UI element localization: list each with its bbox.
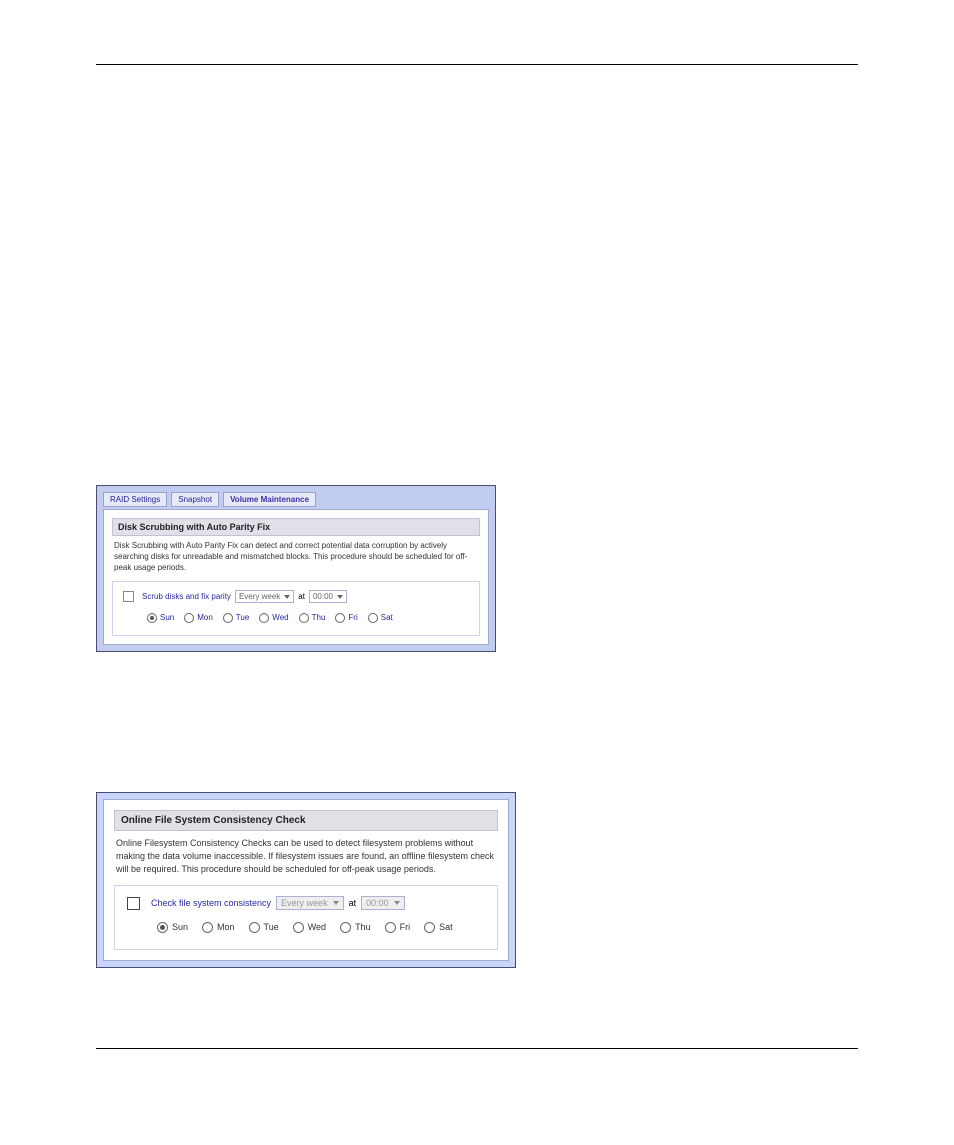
- day-radio-tue[interactable]: Tue: [249, 922, 279, 933]
- radio-icon: [157, 922, 168, 933]
- tab-volume-maintenance[interactable]: Volume Maintenance: [223, 492, 316, 507]
- frequency-value: Every week: [239, 592, 280, 601]
- day-label: Tue: [264, 922, 279, 932]
- day-label: Sat: [381, 614, 393, 623]
- panel-body: Online File System Consistency Check Onl…: [103, 799, 509, 961]
- day-radio-sun[interactable]: Sun: [147, 613, 174, 623]
- time-select[interactable]: 00:00: [309, 590, 347, 603]
- radio-icon: [299, 613, 309, 623]
- check-fs-checkbox[interactable]: [127, 897, 140, 910]
- day-radio-group: Sun Mon Tue Wed Thu Fri Sat: [157, 922, 485, 933]
- day-label: Wed: [272, 614, 288, 623]
- at-label: at: [349, 898, 357, 908]
- day-label: Wed: [308, 922, 326, 932]
- radio-icon: [340, 922, 351, 933]
- at-label: at: [298, 592, 305, 601]
- day-radio-wed[interactable]: Wed: [259, 613, 288, 623]
- section-description: Disk Scrubbing with Auto Parity Fix can …: [112, 536, 480, 581]
- day-radio-fri[interactable]: Fri: [385, 922, 411, 933]
- bottom-horizontal-rule: [96, 1048, 858, 1049]
- radio-icon: [368, 613, 378, 623]
- day-radio-wed[interactable]: Wed: [293, 922, 326, 933]
- day-radio-thu[interactable]: Thu: [340, 922, 371, 933]
- scrub-disks-checkbox[interactable]: [123, 591, 134, 602]
- day-label: Fri: [348, 614, 357, 623]
- day-label: Fri: [400, 922, 411, 932]
- check-fs-label: Check file system consistency: [151, 898, 271, 908]
- day-radio-sat[interactable]: Sat: [368, 613, 393, 623]
- day-label: Tue: [236, 614, 250, 623]
- day-label: Mon: [217, 922, 235, 932]
- schedule-form: Check file system consistency Every week…: [114, 885, 498, 950]
- frequency-value: Every week: [281, 898, 328, 908]
- radio-icon: [424, 922, 435, 933]
- day-radio-mon[interactable]: Mon: [184, 613, 213, 623]
- frequency-select[interactable]: Every week: [276, 896, 344, 910]
- radio-icon: [293, 922, 304, 933]
- day-radio-sun[interactable]: Sun: [157, 922, 188, 933]
- day-label: Mon: [197, 614, 213, 623]
- radio-icon: [202, 922, 213, 933]
- day-label: Sun: [160, 614, 174, 623]
- day-radio-tue[interactable]: Tue: [223, 613, 250, 623]
- screenshot-volume-maintenance: RAID Settings Snapshot Volume Maintenanc…: [96, 485, 496, 652]
- day-radio-group: Sun Mon Tue Wed Thu Fri Sat: [147, 613, 469, 623]
- day-label: Sat: [439, 922, 453, 932]
- radio-icon: [335, 613, 345, 623]
- panel-body: Disk Scrubbing with Auto Parity Fix Disk…: [103, 509, 489, 645]
- day-radio-fri[interactable]: Fri: [335, 613, 357, 623]
- top-horizontal-rule: [96, 64, 858, 65]
- schedule-form: Scrub disks and fix parity Every week at…: [112, 581, 480, 636]
- chevron-down-icon: [394, 901, 400, 905]
- frequency-select[interactable]: Every week: [235, 590, 294, 603]
- radio-icon: [184, 613, 194, 623]
- tab-raid-settings[interactable]: RAID Settings: [103, 492, 167, 507]
- tab-bar: RAID Settings Snapshot Volume Maintenanc…: [103, 492, 489, 507]
- radio-icon: [147, 613, 157, 623]
- time-value: 00:00: [313, 592, 333, 601]
- time-value: 00:00: [366, 898, 389, 908]
- section-heading-online-fs-check: Online File System Consistency Check: [114, 810, 498, 831]
- radio-icon: [223, 613, 233, 623]
- day-label: Sun: [172, 922, 188, 932]
- day-radio-mon[interactable]: Mon: [202, 922, 235, 933]
- scrub-disks-label: Scrub disks and fix parity: [142, 592, 231, 601]
- day-label: Thu: [355, 922, 371, 932]
- radio-icon: [249, 922, 260, 933]
- tab-snapshot[interactable]: Snapshot: [171, 492, 219, 507]
- screenshot-online-fs-check: Online File System Consistency Check Onl…: [96, 792, 516, 968]
- chevron-down-icon: [333, 901, 339, 905]
- section-description: Online Filesystem Consistency Checks can…: [114, 831, 498, 885]
- chevron-down-icon: [337, 595, 343, 599]
- radio-icon: [385, 922, 396, 933]
- chevron-down-icon: [284, 595, 290, 599]
- section-heading-disk-scrubbing: Disk Scrubbing with Auto Parity Fix: [112, 518, 480, 536]
- day-label: Thu: [312, 614, 326, 623]
- time-select[interactable]: 00:00: [361, 896, 405, 910]
- radio-icon: [259, 613, 269, 623]
- day-radio-thu[interactable]: Thu: [299, 613, 326, 623]
- day-radio-sat[interactable]: Sat: [424, 922, 453, 933]
